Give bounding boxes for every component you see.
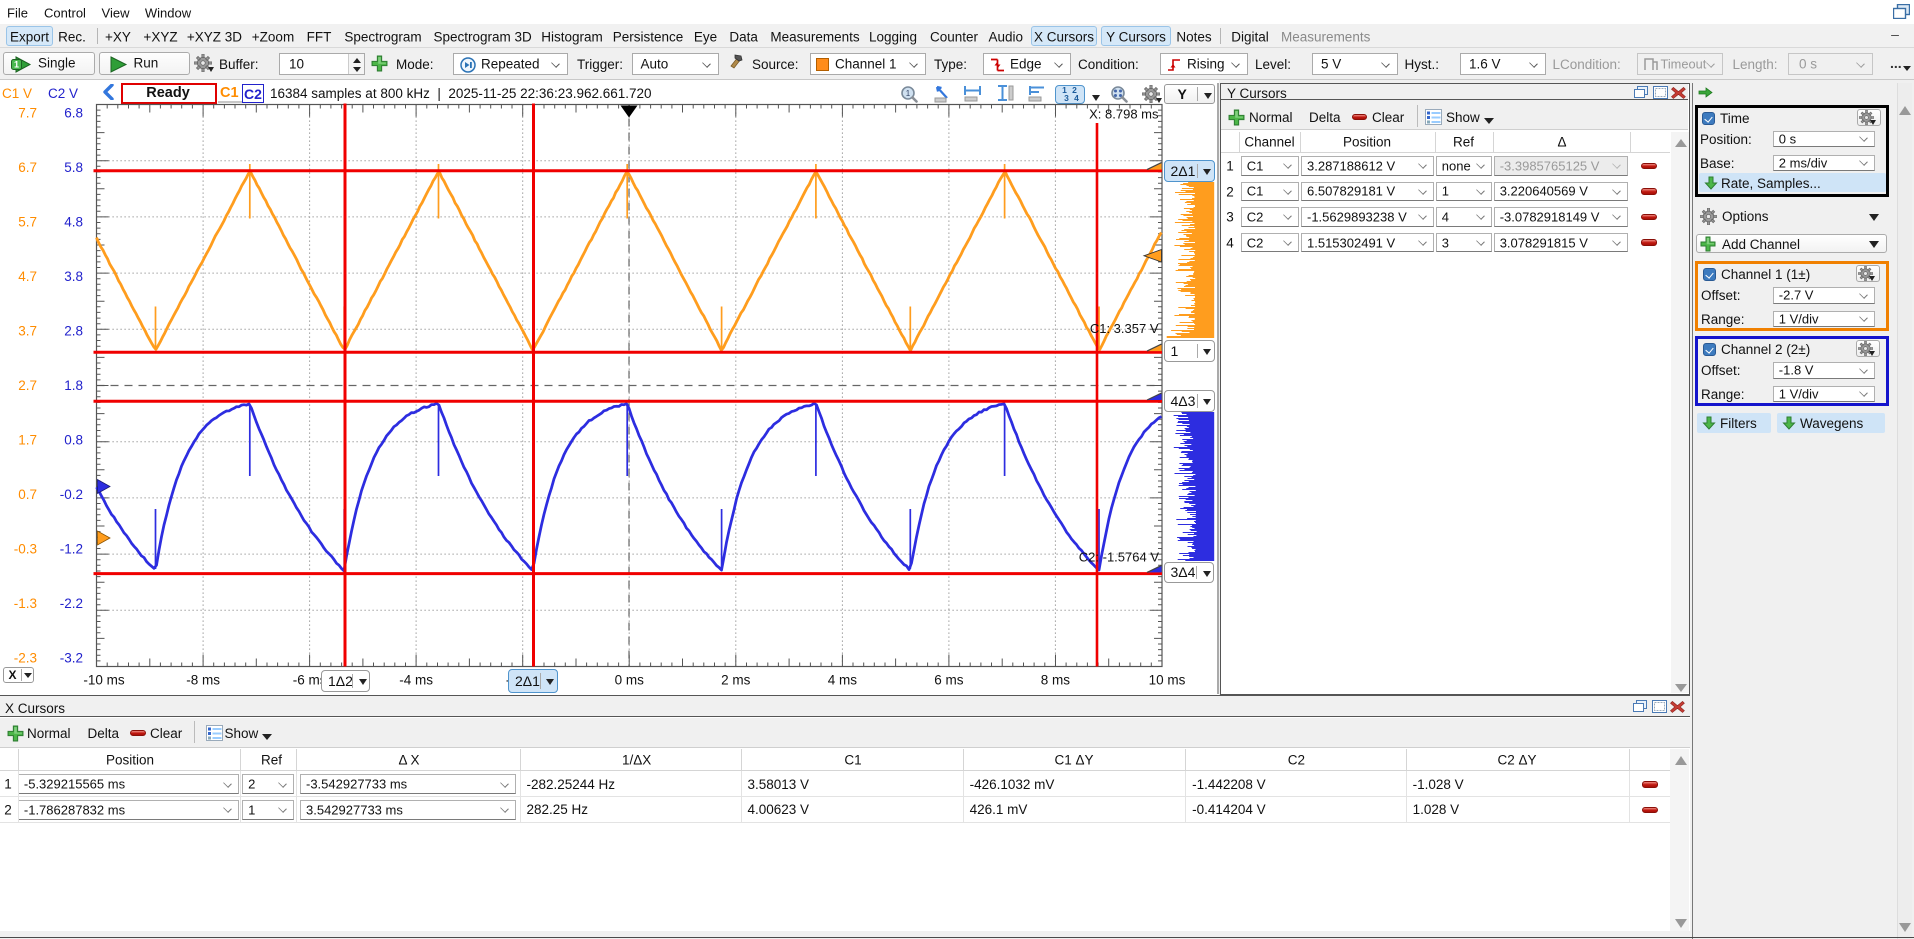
svg-text:-2.3: -2.3 [14, 650, 37, 665]
svg-text:6.8: 6.8 [64, 106, 83, 121]
svg-text:1.8: 1.8 [64, 378, 83, 393]
svg-text:3.7: 3.7 [18, 324, 37, 339]
svg-text:2.7: 2.7 [18, 378, 37, 393]
svg-text:4.8: 4.8 [64, 215, 83, 230]
svg-text:10 ms: 10 ms [1149, 672, 1186, 687]
svg-text:2 ms: 2 ms [721, 672, 751, 687]
svg-text:6 ms: 6 ms [934, 672, 964, 687]
svg-text:8 ms: 8 ms [1041, 672, 1071, 687]
svg-text:-10 ms: -10 ms [83, 672, 125, 687]
svg-text:3.8: 3.8 [64, 269, 83, 284]
svg-text:-3.2: -3.2 [60, 650, 83, 665]
svg-text:-1.3: -1.3 [14, 596, 37, 611]
svg-text:C1: 3.357 V: C1: 3.357 V [1090, 321, 1159, 336]
svg-text:1.7: 1.7 [18, 433, 37, 448]
svg-text:-2.2: -2.2 [60, 596, 83, 611]
svg-text:1: 1 [14, 59, 19, 69]
svg-text:-8 ms: -8 ms [186, 672, 220, 687]
svg-text:1: 1 [906, 89, 911, 98]
svg-text:-4 ms: -4 ms [399, 672, 433, 687]
svg-text:0.8: 0.8 [64, 433, 83, 448]
svg-text:C2: -1.5764 V: C2: -1.5764 V [1079, 550, 1160, 565]
svg-text:4 ms: 4 ms [828, 672, 858, 687]
svg-text:-1.2: -1.2 [60, 542, 83, 557]
svg-text:0.7: 0.7 [18, 487, 37, 502]
svg-text:5.8: 5.8 [64, 160, 83, 175]
svg-text:6.7: 6.7 [18, 160, 37, 175]
svg-text:5.7: 5.7 [18, 215, 37, 230]
svg-text:-0.2: -0.2 [60, 487, 83, 502]
svg-text:-0.3: -0.3 [14, 542, 37, 557]
svg-text:X: 8.798 ms: X: 8.798 ms [1089, 107, 1159, 122]
svg-text:0 ms: 0 ms [615, 672, 645, 687]
svg-text:4.7: 4.7 [18, 269, 37, 284]
svg-text:7.7: 7.7 [18, 106, 37, 121]
svg-text:2.8: 2.8 [64, 324, 83, 339]
